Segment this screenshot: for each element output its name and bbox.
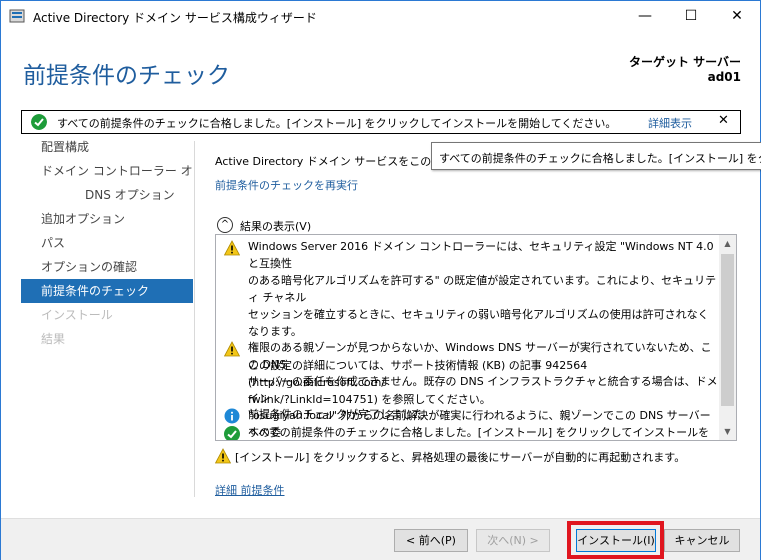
sidebar-item-deployment[interactable]: 配置構成 (21, 135, 193, 159)
scroll-thumb[interactable] (721, 254, 734, 406)
cancel-button[interactable]: キャンセル (664, 529, 740, 552)
results-toggle-label: 結果の表示(V) (240, 220, 312, 233)
target-server-label: ターゲット サーバー (628, 55, 741, 69)
intro-text: Active Directory ドメイン サービスをこのコンピ (215, 155, 465, 168)
check-circle-icon (224, 426, 240, 440)
results-scrollbar[interactable]: ▲ ▼ (719, 235, 736, 440)
sidebar-item-dns-options[interactable]: DNS オプション (21, 183, 193, 207)
sidebar-item-prerequisites[interactable]: 前提条件のチェック (21, 279, 193, 303)
list-item: Windows Server 2016 ドメイン コントローラーには、セキュリテ… (224, 238, 716, 406)
close-notification-button[interactable]: ✕ (718, 113, 729, 128)
tooltip: すべての前提条件のチェックに合格しました。[インストール] をクリックしてインス… (431, 142, 761, 170)
server-manager-icon (9, 9, 25, 23)
scroll-down-arrow-icon[interactable]: ▼ (719, 423, 736, 440)
maximize-button[interactable]: ☐ (668, 1, 714, 32)
restart-warning-text: [インストール] をクリックすると、昇格処理の最後にサーバーが自動的に再起動され… (235, 451, 686, 464)
prerequisites-details-link[interactable]: 詳細 前提条件 (215, 482, 285, 498)
target-server-name: ad01 (707, 70, 741, 84)
list-item: すべての前提条件のチェックに合格しました。[インストール] をクリックしてインス… (224, 424, 716, 440)
list-item: 権限のある親ゾーンが見つからないか、Windows DNS サーバーが実行されて… (224, 339, 718, 439)
chevron-up-icon: ^ (217, 217, 233, 233)
rerun-prerequisites-link[interactable]: 前提条件のチェックを再実行 (215, 177, 358, 193)
warning-icon (215, 448, 231, 464)
sidebar-item-additional-options[interactable]: 追加オプション (21, 207, 193, 231)
info-icon (224, 408, 240, 424)
back-button[interactable]: < 前へ(P) (394, 529, 468, 552)
warning-icon (224, 341, 240, 357)
page-title: 前提条件のチェック (23, 63, 230, 89)
notification-bar: すべての前提条件のチェックに合格しました。[インストール] をクリックしてインス… (21, 110, 741, 134)
title-bar: Active Directory ドメイン サービス構成ウィザード — ☐ ✕ (1, 1, 760, 32)
show-details-link[interactable]: 詳細表示 (648, 115, 692, 131)
result-text: 前提条件のチェックが完了しました (248, 408, 424, 421)
sidebar-item-paths[interactable]: パス (21, 231, 193, 255)
sidebar-item-review-options[interactable]: オプションの確認 (21, 255, 193, 279)
list-item: 前提条件のチェックが完了しました (224, 406, 716, 424)
close-button[interactable]: ✕ (714, 1, 760, 32)
sidebar-divider (194, 141, 195, 497)
next-button: 次へ(N) > (476, 529, 550, 552)
window-title: Active Directory ドメイン サービス構成ウィザード (33, 11, 317, 25)
install-highlight-box (567, 521, 664, 559)
scroll-up-arrow-icon[interactable]: ▲ (719, 235, 736, 252)
minimize-button[interactable]: — (622, 1, 668, 32)
result-text: すべての前提条件のチェックに合格しました。[インストール] をクリックしてインス… (248, 426, 710, 439)
notification-message: すべての前提条件のチェックに合格しました。[インストール] をクリックしてインス… (57, 117, 617, 130)
sidebar-item-dc-options[interactable]: ドメイン コントローラー オプシ... (21, 159, 193, 183)
sidebar-item-installation: インストール (41, 308, 113, 322)
sidebar-item-results: 結果 (41, 332, 66, 346)
warning-icon (224, 240, 240, 256)
results-list: Windows Server 2016 ドメイン コントローラーには、セキュリテ… (215, 234, 737, 441)
check-circle-icon (31, 114, 47, 130)
wizard-window: Active Directory ドメイン サービス構成ウィザード — ☐ ✕ … (0, 0, 761, 560)
